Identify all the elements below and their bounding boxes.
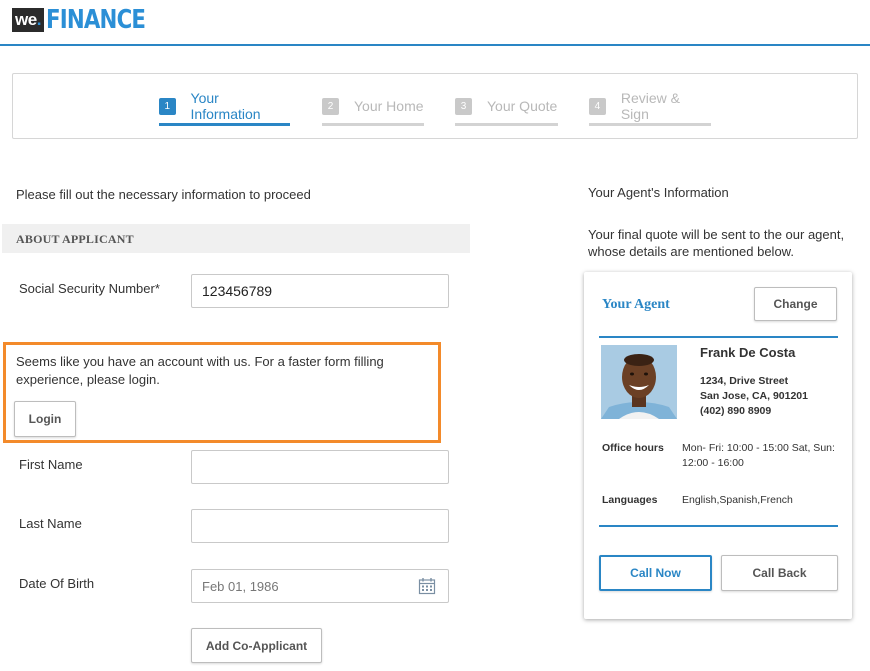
progress-stepper: 1 Your Information 2 Your Home 3 Your Qu… xyxy=(12,73,858,139)
step-indicator-bar xyxy=(589,123,711,126)
card-divider xyxy=(599,336,838,338)
step-label: Review & Sign xyxy=(620,90,680,122)
call-now-button[interactable]: Call Now xyxy=(599,555,712,591)
calendar-icon[interactable] xyxy=(418,577,436,595)
call-back-button[interactable]: Call Back xyxy=(721,555,838,591)
office-hours-value: Mon- Fri: 10:00 - 15:00 Sat, Sun: 12:00 … xyxy=(682,442,835,469)
step-number: 2 xyxy=(322,97,339,115)
languages-label: Languages xyxy=(602,494,658,506)
agent-address-line2: San Jose, CA, 901201 xyxy=(700,390,808,402)
brand-logo[interactable]: we. FINANCE xyxy=(12,6,167,34)
step-label: Your Home xyxy=(354,98,424,114)
step-indicator-bar xyxy=(159,123,290,126)
section-header-about-applicant: ABOUT APPLICANT xyxy=(2,224,470,253)
header-divider xyxy=(0,44,870,46)
add-co-applicant-button[interactable]: Add Co-Applicant xyxy=(191,628,322,663)
last-name-label: Last Name xyxy=(19,516,82,531)
step-indicator-bar xyxy=(455,123,558,126)
section-title: ABOUT APPLICANT xyxy=(16,232,134,246)
languages-value: English,Spanish,French xyxy=(682,494,793,506)
card-divider xyxy=(599,525,838,527)
office-hours-label: Office hours xyxy=(602,442,664,454)
step-your-quote[interactable]: 3 Your Quote xyxy=(455,96,558,126)
first-name-input[interactable] xyxy=(191,450,449,484)
agent-avatar xyxy=(601,345,677,419)
step-label: Your Quote xyxy=(487,98,558,114)
step-your-home[interactable]: 2 Your Home xyxy=(322,96,424,126)
agent-info-description: Your final quote will be sent to the our… xyxy=(588,227,845,259)
step-indicator-bar xyxy=(322,123,424,126)
ssn-input[interactable] xyxy=(191,274,449,308)
agent-address: 1234, Drive Street San Jose, CA, 901201 … xyxy=(700,374,808,419)
step-review-sign[interactable]: 4 Review & Sign xyxy=(589,90,711,126)
change-agent-button[interactable]: Change xyxy=(754,287,837,321)
first-name-label: First Name xyxy=(19,457,83,472)
agent-card: Your Agent Change Frank De Costa 1234, D… xyxy=(584,272,852,619)
agent-address-line1: 1234, Drive Street xyxy=(700,375,789,387)
agent-name: Frank De Costa xyxy=(700,345,796,360)
step-your-information[interactable]: 1 Your Information xyxy=(159,90,290,126)
dob-input[interactable] xyxy=(191,569,449,603)
login-suggestion-box: Seems like you have an account with us. … xyxy=(3,342,441,443)
logo-finance: FINANCE xyxy=(45,5,146,35)
step-number: 1 xyxy=(159,97,176,115)
form-intro-text: Please fill out the necessary informatio… xyxy=(16,187,311,202)
dob-label: Date Of Birth xyxy=(19,576,95,591)
agent-info-heading: Your Agent's Information xyxy=(588,185,729,200)
last-name-input[interactable] xyxy=(191,509,449,543)
step-number: 3 xyxy=(455,97,472,115)
step-number: 4 xyxy=(589,97,606,115)
agent-card-title: Your Agent xyxy=(602,297,670,312)
login-button[interactable]: Login xyxy=(14,401,76,437)
login-notice-text: Seems like you have an account with us. … xyxy=(16,354,384,387)
step-label: Your Information xyxy=(190,90,261,122)
agent-phone: (402) 890 8909 xyxy=(700,405,772,417)
ssn-label: Social Security Number* xyxy=(19,281,160,296)
logo-we: we. xyxy=(12,8,44,32)
